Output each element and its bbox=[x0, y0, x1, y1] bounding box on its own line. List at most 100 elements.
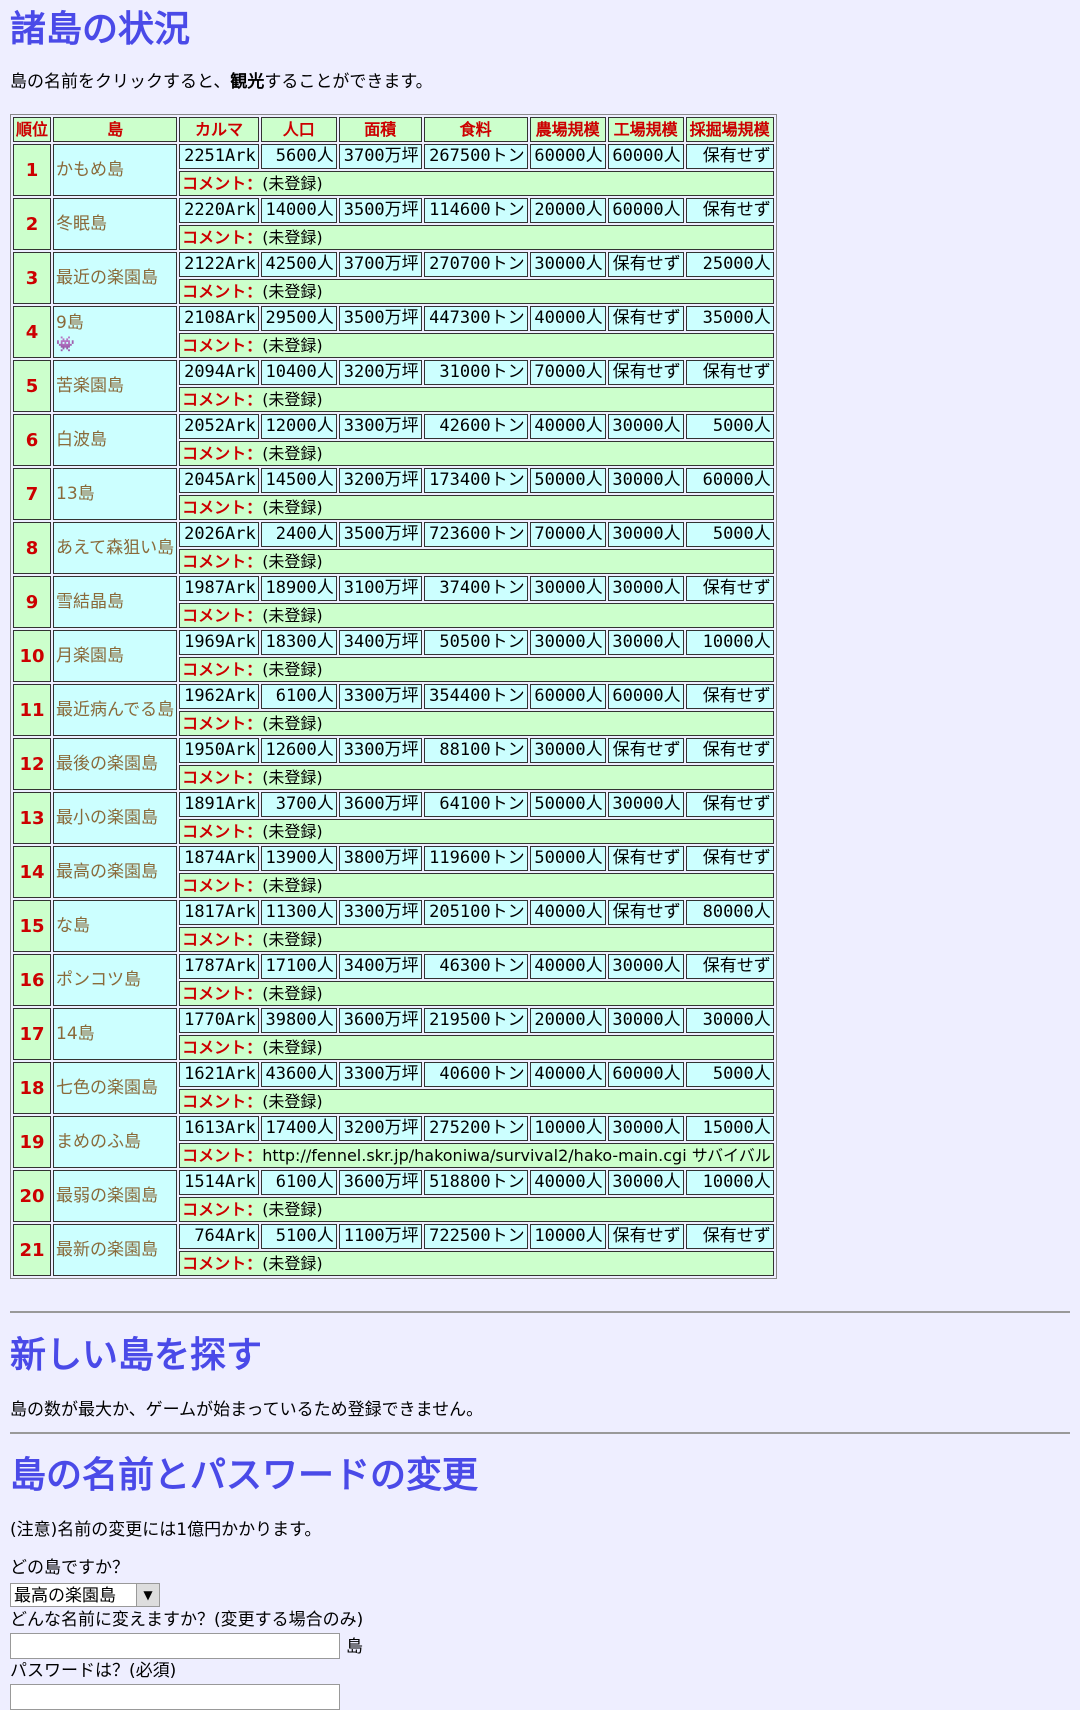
password-label: パスワードは？(必須) bbox=[10, 1661, 177, 1681]
island-name-link[interactable]: な島 bbox=[53, 900, 178, 952]
comment-label: コメント： bbox=[182, 930, 263, 949]
table-row: 19 まめのふ島 1613Ark 17400人 3200万坪 275200トン 10000人… bbox=[13, 1116, 774, 1168]
island-name-link[interactable]: 雪結晶島 bbox=[53, 576, 178, 628]
status-heading: 諸島の状況 bbox=[10, 9, 191, 50]
island-name-link[interactable]: 七色の楽園島 bbox=[53, 1062, 178, 1114]
island-name-link[interactable]: 14島 bbox=[53, 1008, 178, 1060]
island-name-link[interactable]: 9島 👾 bbox=[53, 306, 178, 358]
table-row: 5 苦楽園島 2094Ark 10400人 3200万坪 31000トン 70000人 保有せ… bbox=[13, 360, 774, 412]
ghost-icon: 👾 bbox=[56, 334, 75, 353]
factory-cell: 30000人 bbox=[607, 522, 684, 547]
mine-cell: 15000人 bbox=[685, 1116, 774, 1141]
comment-cell: コメント：(未登録) bbox=[179, 1251, 774, 1276]
factory-cell: 60000人 bbox=[607, 144, 684, 169]
island-name: 七色の楽園島 bbox=[56, 1077, 159, 1098]
table-row: 9 雪結晶島 1987Ark 18900人 3100万坪 37400トン 30000人 300… bbox=[13, 576, 774, 628]
island-name-link[interactable]: 月楽園島 bbox=[53, 630, 178, 682]
karma-cell: 1874Ark bbox=[179, 846, 259, 871]
table-row: 14 最高の楽園島 1874Ark 13900人 3800万坪 119600トン 50000… bbox=[13, 846, 774, 898]
island-name-link[interactable]: 白波島 bbox=[53, 414, 178, 466]
island-name: 白波島 bbox=[56, 429, 108, 450]
column-header: 島 bbox=[53, 117, 178, 142]
island-name: まめのふ島 bbox=[56, 1131, 142, 1152]
island-suffix: 島 bbox=[346, 1637, 363, 1657]
pop-cell: 11300人 bbox=[260, 900, 337, 925]
food-cell: 88100トン bbox=[423, 738, 528, 763]
island-name-link[interactable]: 最近病んでる島 bbox=[53, 684, 178, 736]
column-header: 順位 bbox=[13, 117, 52, 142]
pop-cell: 13900人 bbox=[260, 846, 337, 871]
table-row: 10 月楽園島 1969Ark 18300人 3400万坪 50500トン 30000人 30… bbox=[13, 630, 774, 682]
rank-cell: 8 bbox=[13, 522, 52, 574]
comment-text: (未登録) bbox=[262, 606, 323, 625]
karma-cell: 1621Ark bbox=[179, 1062, 259, 1087]
table-row: 16 ポンコツ島 1787Ark 17100人 3400万坪 46300トン 40000人 3… bbox=[13, 954, 774, 1006]
karma-cell: 1817Ark bbox=[179, 900, 259, 925]
food-cell: 267500トン bbox=[423, 144, 528, 169]
area-cell: 3600万坪 bbox=[338, 792, 422, 817]
comment-label: コメント： bbox=[182, 1038, 263, 1057]
food-cell: 275200トン bbox=[423, 1116, 528, 1141]
comment-text: (未登録) bbox=[262, 336, 323, 355]
comment-text: (未登録) bbox=[262, 984, 323, 1003]
rank-cell: 2 bbox=[13, 198, 52, 250]
island-name-link[interactable]: あえて森狙い島 bbox=[53, 522, 178, 574]
rank-cell: 5 bbox=[13, 360, 52, 412]
new-name-input[interactable] bbox=[10, 1633, 340, 1659]
farm-cell: 40000人 bbox=[529, 414, 606, 439]
island-name-link[interactable]: 13島 bbox=[53, 468, 178, 520]
island-name-link[interactable]: 最後の楽園島 bbox=[53, 738, 178, 790]
comment-label: コメント： bbox=[182, 822, 263, 841]
password-input[interactable] bbox=[10, 1684, 340, 1710]
island-name: ポンコツ島 bbox=[56, 969, 142, 990]
factory-cell: 保有せず bbox=[607, 360, 684, 385]
island-name: 14島 bbox=[56, 1023, 95, 1044]
area-cell: 3400万坪 bbox=[338, 954, 422, 979]
island-name-link[interactable]: 最高の楽園島 bbox=[53, 846, 178, 898]
island-name-link[interactable]: かもめ島 bbox=[53, 144, 178, 196]
comment-text: (未登録) bbox=[262, 1038, 323, 1057]
island-name-link[interactable]: ポンコツ島 bbox=[53, 954, 178, 1006]
mine-cell: 60000人 bbox=[685, 468, 774, 493]
farm-cell: 40000人 bbox=[529, 954, 606, 979]
comment-label: コメント： bbox=[182, 876, 263, 895]
table-row: 6 白波島 2052Ark 12000人 3300万坪 42600トン 40000人 3000… bbox=[13, 414, 774, 466]
food-cell: 64100トン bbox=[423, 792, 528, 817]
farm-cell: 50000人 bbox=[529, 846, 606, 871]
island-name-link[interactable]: 冬眠島 bbox=[53, 198, 178, 250]
island-name-link[interactable]: 最新の楽園島 bbox=[53, 1224, 178, 1276]
mine-cell: 保有せず bbox=[685, 198, 774, 223]
comment-text: (未登録) bbox=[262, 822, 323, 841]
karma-cell: 764Ark bbox=[179, 1224, 259, 1249]
factory-cell: 30000人 bbox=[607, 1008, 684, 1033]
table-row: 20 最弱の楽園島 1514Ark 6100人 3600万坪 518800トン 40000人… bbox=[13, 1170, 774, 1222]
area-cell: 3300万坪 bbox=[338, 684, 422, 709]
area-cell: 3500万坪 bbox=[338, 198, 422, 223]
karma-cell: 2052Ark bbox=[179, 414, 259, 439]
karma-cell: 2122Ark bbox=[179, 252, 259, 277]
karma-cell: 2220Ark bbox=[179, 198, 259, 223]
table-row: 21 最新の楽園島 764Ark 5100人 1100万坪 722500トン 10000人保… bbox=[13, 1224, 774, 1276]
comment-cell: コメント：(未登録) bbox=[179, 549, 774, 574]
island-name-link[interactable]: 最近の楽園島 bbox=[53, 252, 178, 304]
comment-text: http://fennel.skr.jp/hakoniwa/survival2/… bbox=[262, 1146, 771, 1165]
farm-cell: 40000人 bbox=[529, 1170, 606, 1195]
rank-cell: 16 bbox=[13, 954, 52, 1006]
island-name-link[interactable]: 最小の楽園島 bbox=[53, 792, 178, 844]
table-row: 4 9島 👾 2108Ark 29500人 3500万坪 447300トン 40000人 保有せ… bbox=[13, 306, 774, 358]
island-name-link[interactable]: まめのふ島 bbox=[53, 1116, 178, 1168]
intro-after: することができます。 bbox=[264, 72, 433, 92]
karma-cell: 1514Ark bbox=[179, 1170, 259, 1195]
comment-label: コメント： bbox=[182, 390, 263, 409]
island-select[interactable]: 最高の楽園島 ▼ bbox=[10, 1583, 160, 1607]
island-name-link[interactable]: 最弱の楽園島 bbox=[53, 1170, 178, 1222]
factory-cell: 30000人 bbox=[607, 1116, 684, 1141]
change-heading: 島の名前とパスワードの変更 bbox=[10, 1455, 479, 1496]
mine-cell: 保有せず bbox=[685, 360, 774, 385]
rank-cell: 13 bbox=[13, 792, 52, 844]
factory-cell: 60000人 bbox=[607, 684, 684, 709]
pop-cell: 42500人 bbox=[260, 252, 337, 277]
island-name-link[interactable]: 苦楽園島 bbox=[53, 360, 178, 412]
pop-cell: 12000人 bbox=[260, 414, 337, 439]
farm-cell: 70000人 bbox=[529, 522, 606, 547]
